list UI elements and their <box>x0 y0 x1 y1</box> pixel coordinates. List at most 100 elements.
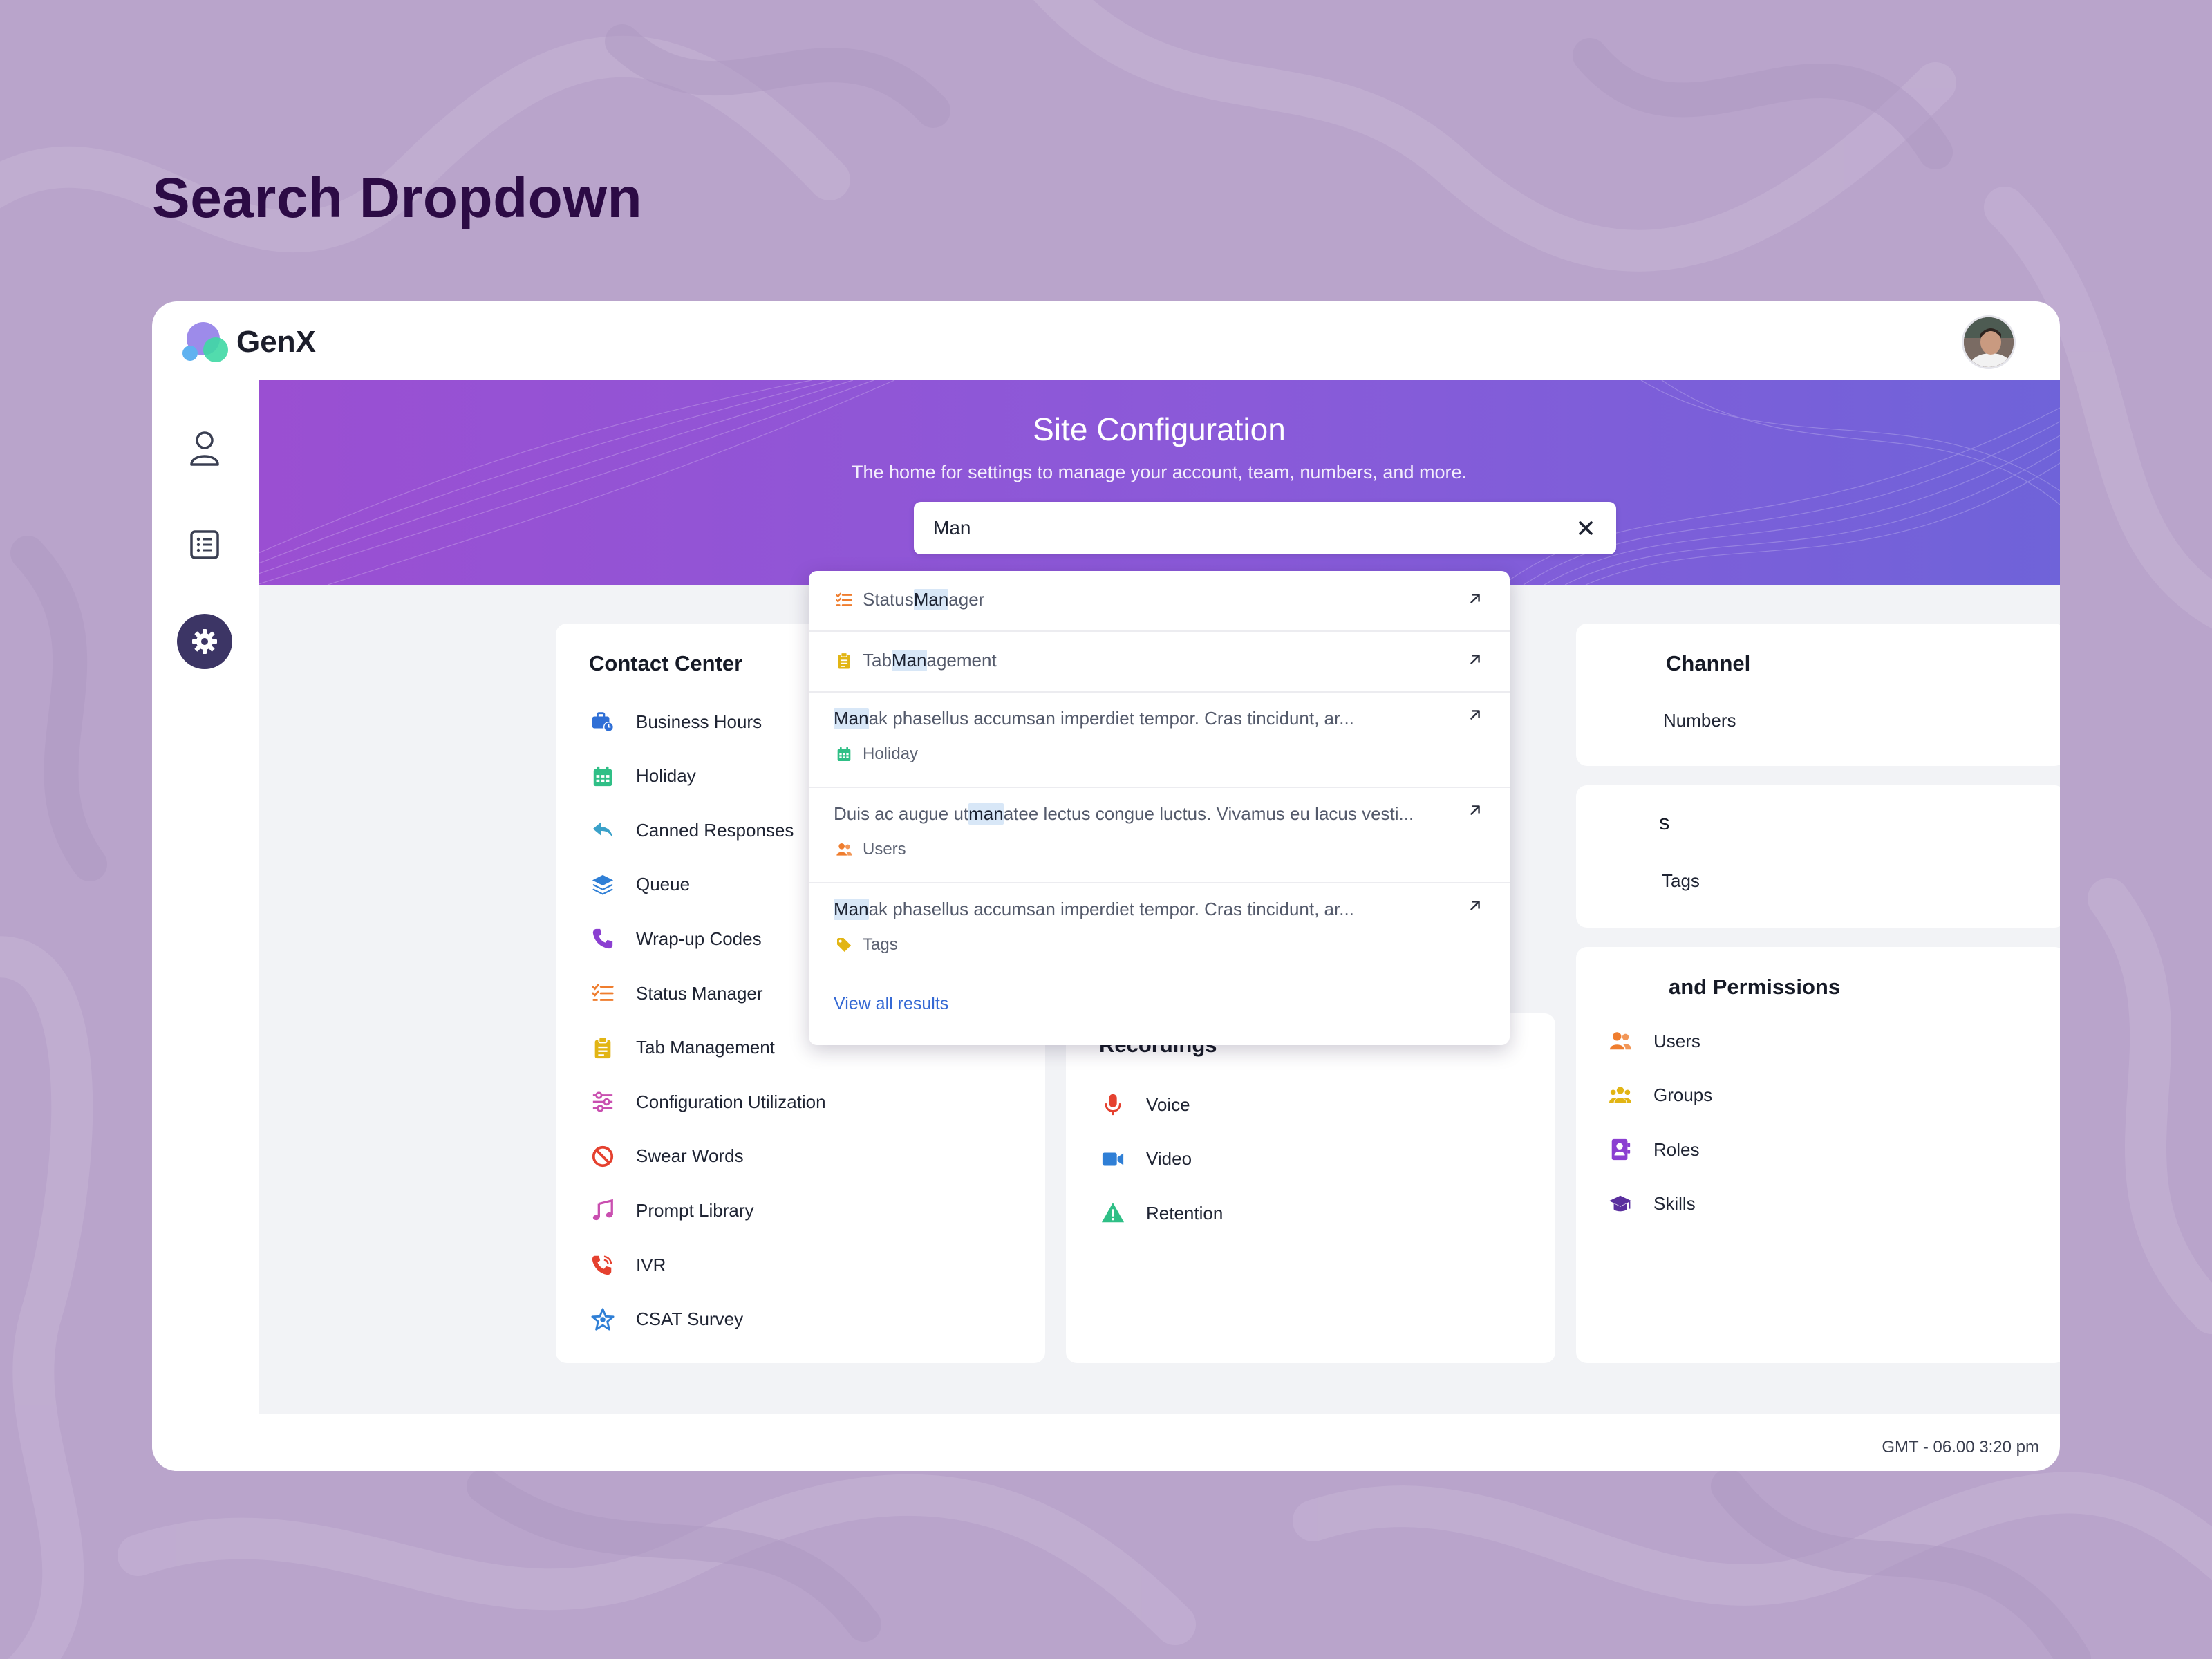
users-item[interactable]: Users <box>1606 1026 1700 1056</box>
tags-item[interactable]: Tags <box>1662 865 1700 896</box>
group-icon <box>1606 1082 1634 1109</box>
result-title: Man ak phasellus accumsan imperdiet tempo… <box>834 708 1354 729</box>
holiday-item[interactable]: Holiday <box>589 761 696 791</box>
item-label: Voice <box>1146 1094 1190 1115</box>
result-text-pre: Status <box>863 589 914 610</box>
settings-nav-button[interactable] <box>177 614 232 669</box>
layers-icon <box>589 871 617 899</box>
genx-logo-icon[interactable] <box>182 321 232 365</box>
arrow-up-right-icon[interactable] <box>1465 800 1485 820</box>
profile-nav-button[interactable] <box>177 420 232 476</box>
result-category-label: Holiday <box>863 744 919 763</box>
result-match-highlight: Man <box>834 899 869 920</box>
item-label: Canned Responses <box>636 819 794 841</box>
item-label: Tab Management <box>636 1037 775 1058</box>
id-badge-icon <box>1606 1136 1634 1163</box>
item-label: CSAT Survey <box>636 1309 744 1330</box>
ivr-item[interactable]: IVR <box>589 1250 666 1280</box>
hero-subtitle: The home for settings to manage your acc… <box>852 462 1467 482</box>
search-result-item[interactable]: Tab Man agement <box>809 632 1510 693</box>
item-label: Holiday <box>636 765 696 787</box>
item-label: Business Hours <box>636 711 762 732</box>
clipboard-icon <box>589 1034 617 1062</box>
search-input[interactable] <box>933 514 1555 542</box>
result-match-highlight: Man <box>891 650 927 671</box>
roles-item[interactable]: Roles <box>1606 1134 1699 1165</box>
item-label: Wrap-up Codes <box>636 928 762 949</box>
search-result-item[interactable]: Status Man ager <box>809 571 1510 632</box>
search-results-dropdown: Status Man ager Tab Man agement Man ak phasel… <box>809 571 1510 1045</box>
item-label: Configuration Utilization <box>636 1091 826 1112</box>
status-manager-item[interactable]: Status Manager <box>589 978 763 1009</box>
result-match-highlight: Man <box>834 708 869 729</box>
arrow-up-right-icon[interactable] <box>1465 896 1485 915</box>
briefcase-clock-icon <box>589 708 617 735</box>
result-text-pre: Tab <box>863 650 892 671</box>
arrow-up-right-icon[interactable] <box>1465 589 1485 608</box>
card-title: Contact Center <box>589 651 743 675</box>
video-item[interactable]: Video <box>1099 1144 1192 1174</box>
result-text-post: ager <box>948 589 985 610</box>
close-icon <box>1579 521 1593 535</box>
voice-item[interactable]: Voice <box>1099 1089 1190 1120</box>
phone-volume-icon <box>589 1251 617 1279</box>
prompt-library-item[interactable]: Prompt Library <box>589 1195 754 1226</box>
view-all-results-link[interactable]: View all results <box>834 994 948 1014</box>
card-title: Channel <box>1666 651 1751 675</box>
clear-search-button[interactable] <box>1575 517 1597 539</box>
configuration-utilization-item[interactable]: Configuration Utilization <box>589 1087 826 1117</box>
result-match-highlight: man <box>968 803 1004 825</box>
list-nav-button[interactable] <box>177 517 232 572</box>
graduation-cap-icon <box>1606 1190 1634 1218</box>
card-title: s <box>1659 810 1670 834</box>
canned-responses-item[interactable]: Canned Responses <box>589 815 794 845</box>
result-category: Holiday <box>834 744 918 765</box>
queue-item[interactable]: Queue <box>589 870 690 900</box>
hero-title: Site Configuration <box>1033 411 1286 447</box>
groups-item[interactable]: Groups <box>1606 1080 1712 1111</box>
search-result-item[interactable]: Man ak phasellus accumsan imperdiet tempo… <box>809 883 1510 966</box>
brand-name[interactable]: GenX <box>236 325 316 359</box>
retention-item[interactable]: Retention <box>1099 1198 1223 1228</box>
list-icon <box>190 530 219 559</box>
wrap-up-codes-item[interactable]: Wrap-up Codes <box>589 924 762 954</box>
result-text-post: atee lectus congue luctus. Vivamus eu la… <box>1003 803 1414 824</box>
warning-icon <box>1099 1199 1127 1227</box>
user-avatar[interactable] <box>1962 315 2016 369</box>
arrow-up-right-icon[interactable] <box>1465 650 1485 669</box>
business-hours-item[interactable]: Business Hours <box>589 706 762 737</box>
result-title: Man ak phasellus accumsan imperdiet tempo… <box>834 899 1354 920</box>
channel-card: Channel Numbers <box>1576 624 2060 766</box>
hero-banner: Site Configuration The home for settings… <box>259 380 2060 585</box>
item-label: Status Manager <box>636 982 763 1004</box>
swear-words-item[interactable]: Swear Words <box>589 1141 744 1172</box>
footer-time: GMT - 06.00 3:20 pm <box>1882 1438 2039 1456</box>
item-label: Skills <box>1653 1193 1696 1215</box>
users-icon <box>1606 1027 1634 1055</box>
phone-icon <box>589 925 617 953</box>
sliders-icon <box>589 1088 617 1116</box>
item-label: Queue <box>636 874 691 895</box>
result-title: Status Man ager <box>834 589 984 610</box>
result-match-highlight: Man <box>913 589 949 610</box>
search-result-item[interactable]: Man ak phasellus accumsan imperdiet tempo… <box>809 693 1510 788</box>
result-text-post: ak phasellus accumsan imperdiet tempor. … <box>868 899 1354 919</box>
arrow-up-right-icon[interactable] <box>1465 705 1485 724</box>
item-label: Groups <box>1653 1085 1713 1106</box>
search-result-item[interactable]: Duis ac augue ut man atee lectus congue l… <box>809 788 1510 883</box>
reply-icon <box>589 816 617 844</box>
tab-management-item[interactable]: Tab Management <box>589 1033 775 1063</box>
status-list-icon <box>834 590 854 610</box>
result-category: Users <box>834 839 906 860</box>
permissions-card: and Permissions Users Groups Roles Skills <box>1576 947 2060 1363</box>
result-text-post: ak phasellus accumsan imperdiet tempor. … <box>868 708 1354 729</box>
result-text-post: agement <box>926 650 997 671</box>
item-label: IVR <box>636 1254 666 1275</box>
side-rail <box>152 382 259 1471</box>
csat-survey-item[interactable]: CSAT Survey <box>589 1304 743 1335</box>
channel-numbers-item[interactable]: Numbers <box>1663 705 1736 735</box>
skills-item[interactable]: Skills <box>1606 1189 1696 1219</box>
item-label: Video <box>1146 1148 1192 1170</box>
user-icon <box>190 431 219 466</box>
star-icon <box>589 1306 617 1333</box>
